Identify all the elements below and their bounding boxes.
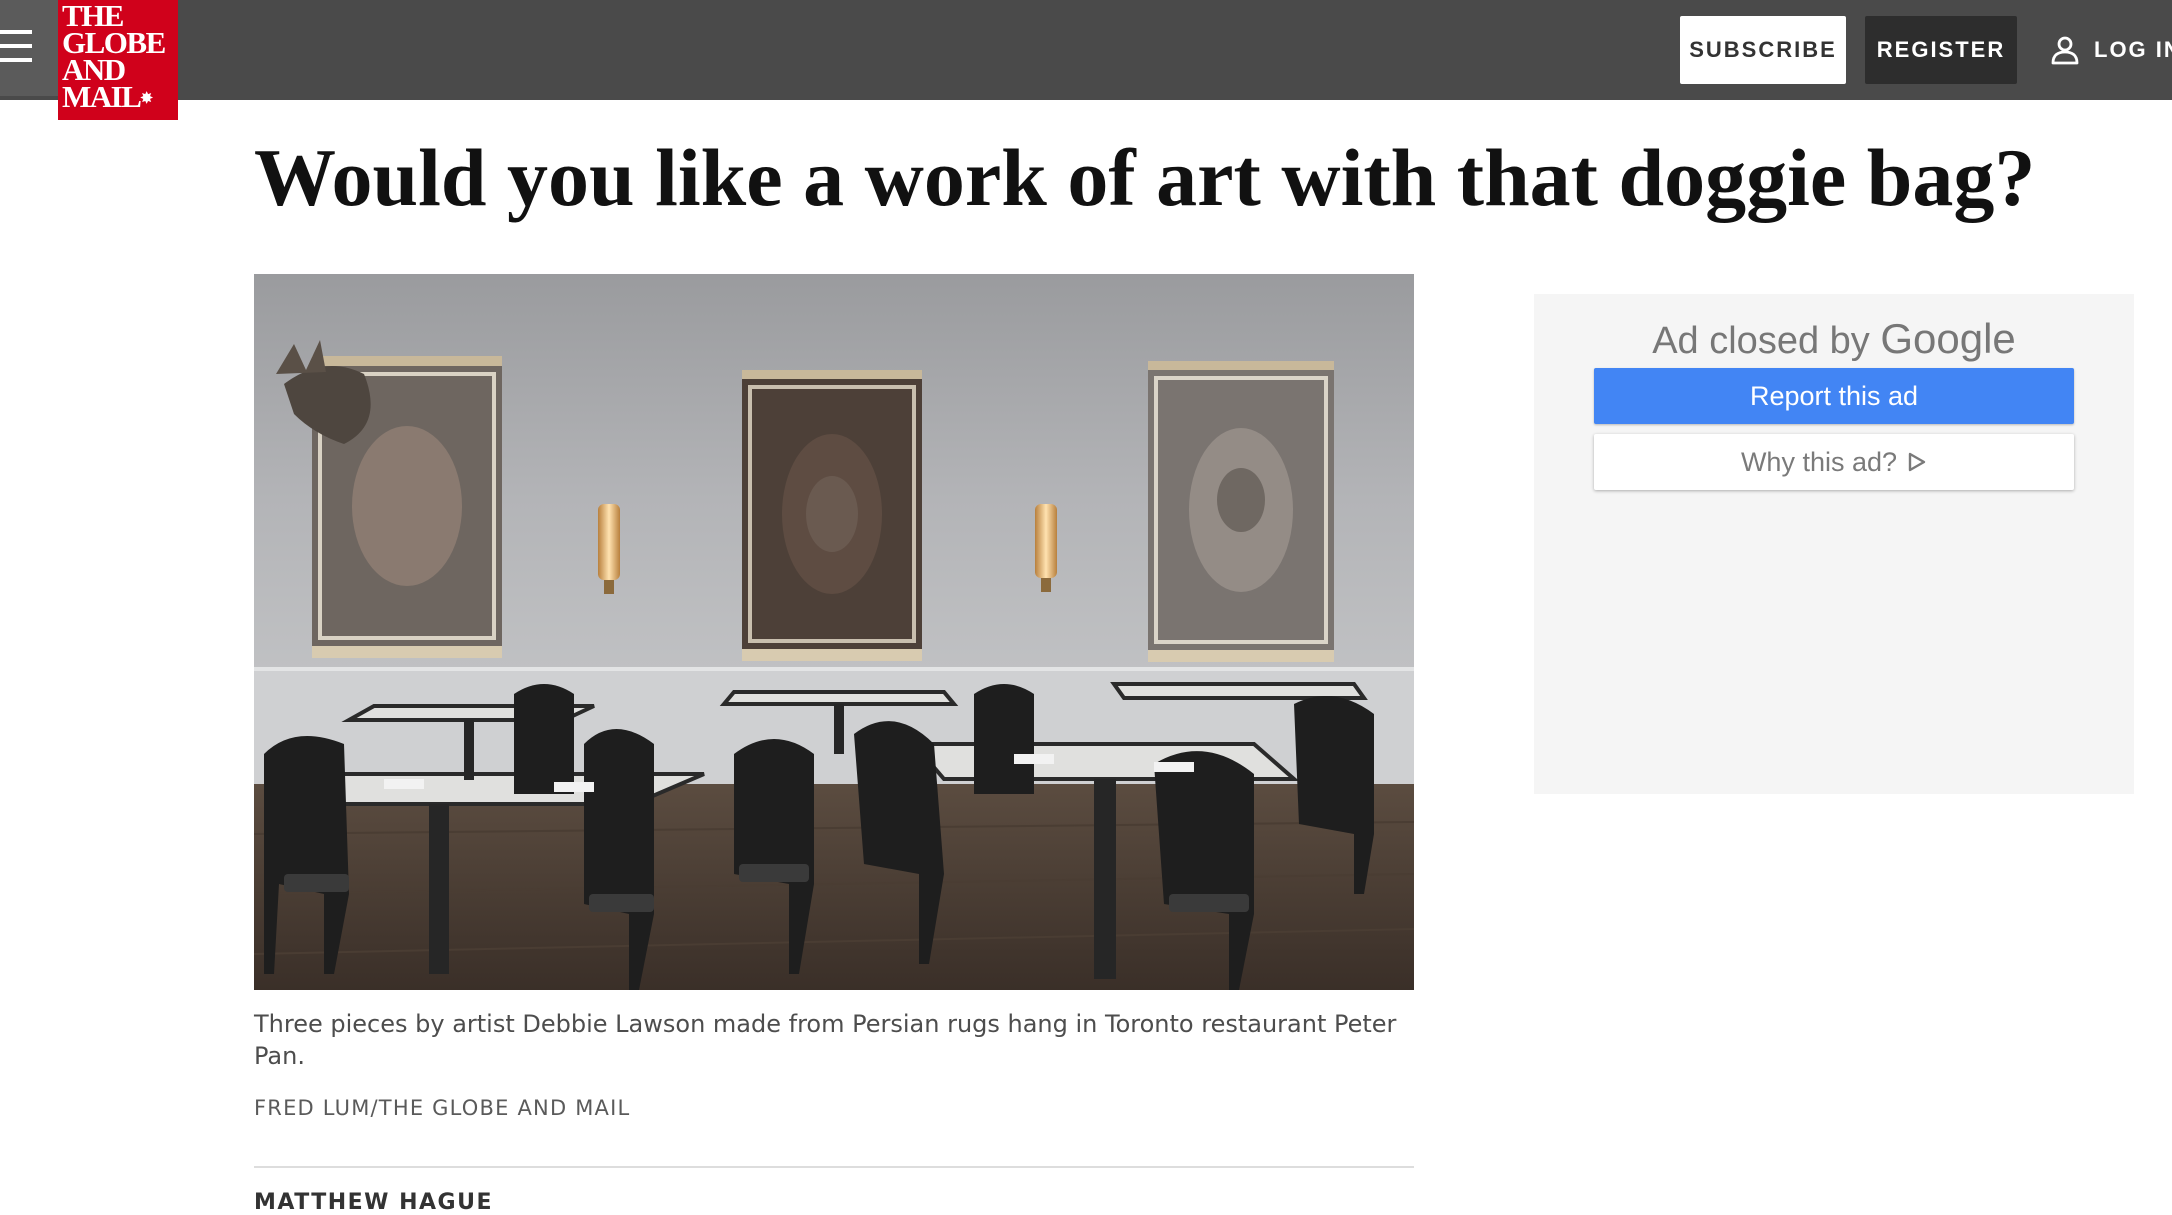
ad-closed-prefix: Ad closed by [1652, 320, 1870, 362]
ad-container: Ad closed by Google Report this ad Why t… [1534, 294, 2134, 794]
ad-closed-notice: Ad closed by Google [1534, 314, 2134, 366]
article-photo[interactable] [254, 274, 1414, 990]
register-button[interactable]: REGISTER [1865, 16, 2017, 84]
article-headline: Would you like a work of art with that d… [254, 132, 2036, 223]
why-this-ad-button[interactable]: Why this ad? [1594, 434, 2074, 490]
globe-and-mail-logo[interactable]: THE GLOBE AND MAIL✸ [58, 0, 178, 120]
user-icon [2051, 36, 2079, 65]
why-this-ad-label: Why this ad? [1740, 446, 1898, 477]
login-link[interactable]: LOG IN [2050, 16, 2172, 84]
logo-text-mail: MAIL [62, 79, 142, 114]
photo-credit: FRED LUM/THE GLOBE AND MAIL [254, 1096, 631, 1120]
adchoices-icon [1908, 452, 1926, 472]
top-navigation-bar: SUBSCRIBE REGISTER LOG IN [0, 0, 2172, 100]
maple-leaf-icon: ✸ [140, 91, 153, 107]
byline-divider [254, 1166, 1414, 1168]
photo-caption: Three pieces by artist Debbie Lawson mad… [254, 1010, 1397, 1070]
login-label: LOG IN [2094, 37, 2172, 62]
subscribe-button[interactable]: SUBSCRIBE [1680, 16, 1846, 84]
hamburger-menu-icon[interactable] [0, 0, 58, 96]
author-byline[interactable]: MATTHEW HAGUE [254, 1190, 493, 1215]
logo-text-line-4: MAIL✸ [62, 81, 178, 113]
report-ad-button[interactable]: Report this ad [1594, 368, 2074, 424]
google-wordmark: Google [1880, 315, 2016, 362]
